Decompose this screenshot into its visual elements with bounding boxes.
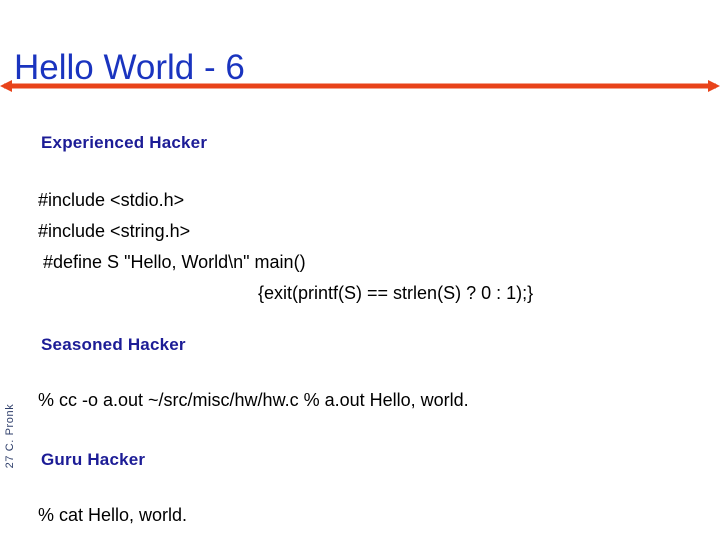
footer-credit: 27 C. Pronk (4, 403, 16, 469)
shell-line-cat: % cat Hello, world. (38, 505, 188, 525)
slide-canvas: Hello World - 6 Experienced Hacker #incl… (0, 0, 720, 540)
shell-line-compile-run: % cc -o a.out ~/src/misc/hw/hw.c % a.out… (38, 390, 469, 410)
code-line-exit-printf: {exit(printf(S) == strlen(S) ? 0 : 1);} (258, 283, 534, 303)
heading-guru-hacker: Guru Hacker (41, 450, 146, 469)
code-line-include-string: #include <string.h> (38, 221, 191, 241)
double-arrow-rule-icon (0, 80, 720, 92)
heading-experienced-hacker: Experienced Hacker (41, 133, 208, 152)
code-line-include-stdio: #include <stdio.h> (38, 190, 185, 210)
code-line-define-main: #define S "Hello, World\n" main() (38, 252, 306, 272)
heading-seasoned-hacker: Seasoned Hacker (41, 335, 186, 354)
